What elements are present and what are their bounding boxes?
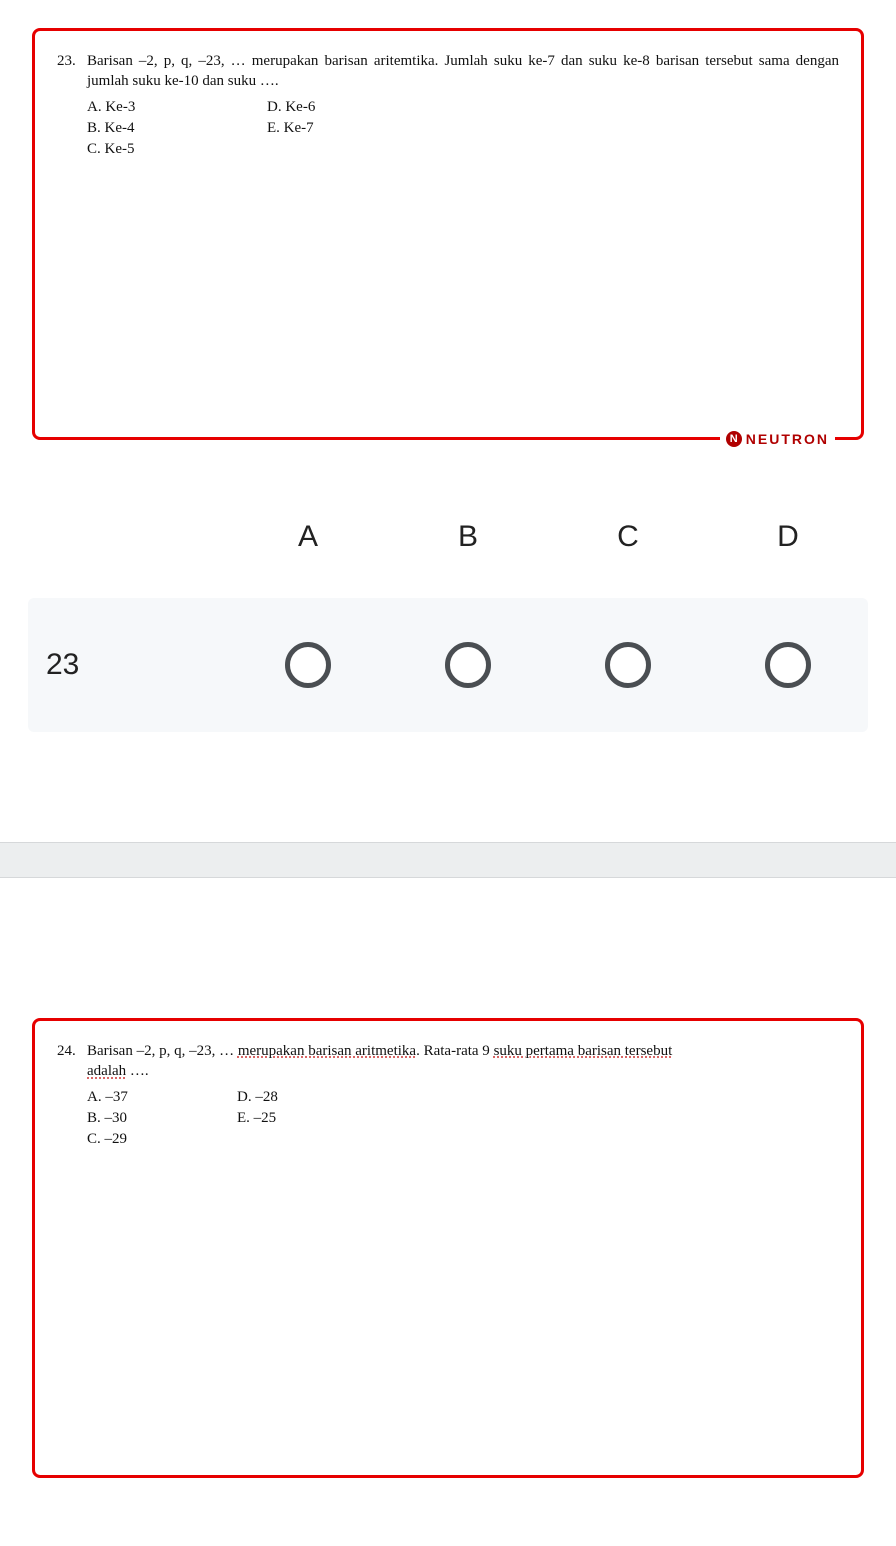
- option-b: B. –30: [87, 1108, 237, 1128]
- question-text-content: Barisan –2, p, q, –23, … merupakan baris…: [87, 53, 839, 89]
- answer-row-label: 23: [28, 648, 228, 682]
- option-c: C. –29: [87, 1129, 237, 1149]
- q24-text-seg1: Barisan –2, p, q, –23, …: [87, 1043, 238, 1059]
- option-e: E. –25: [237, 1108, 437, 1128]
- options-block: A. –37 B. –30 C. –29 D. –28 E. –25: [87, 1086, 839, 1150]
- option-d: D. –28: [237, 1087, 437, 1107]
- answer-header-row: A B C D: [28, 520, 868, 554]
- brand-icon: N: [726, 431, 742, 447]
- option-a: A. –37: [87, 1087, 237, 1107]
- q24-text-underline1: merupakan barisan aritmetika: [238, 1043, 416, 1059]
- question-number: 23.: [57, 51, 87, 159]
- option-d: D. Ke-6: [267, 97, 467, 117]
- option-c: C. Ke-5: [87, 139, 267, 159]
- answer-table: A B C D 23: [28, 520, 868, 732]
- radio-23-a[interactable]: [285, 642, 331, 688]
- question-text: Barisan –2, p, q, –23, … merupakan baris…: [87, 1041, 839, 1149]
- question-card-23: 23. Barisan –2, p, q, –23, … merupakan b…: [32, 28, 864, 440]
- radio-23-c[interactable]: [605, 642, 651, 688]
- q24-text-dots: ….: [126, 1063, 149, 1079]
- option-e: E. Ke-7: [267, 118, 467, 138]
- brand-badge: N NEUTRON: [720, 431, 835, 447]
- q24-text-adalah: adalah: [87, 1063, 126, 1079]
- question-text: Barisan –2, p, q, –23, … merupakan baris…: [87, 51, 839, 159]
- q24-text-seg2: . Rata-rata 9: [416, 1043, 493, 1059]
- answer-row-23: 23: [28, 598, 868, 732]
- header-d: D: [708, 520, 868, 554]
- question-card-24: 24. Barisan –2, p, q, –23, … merupakan b…: [32, 1018, 864, 1478]
- question-body: 24. Barisan –2, p, q, –23, … merupakan b…: [57, 1041, 839, 1149]
- brand-text: NEUTRON: [746, 431, 829, 447]
- header-b: B: [388, 520, 548, 554]
- options-block: A. Ke-3 B. Ke-4 C. Ke-5 D. Ke-6 E. Ke-7: [87, 96, 839, 160]
- question-number: 24.: [57, 1041, 87, 1149]
- header-c: C: [548, 520, 708, 554]
- header-a: A: [228, 520, 388, 554]
- question-body: 23. Barisan –2, p, q, –23, … merupakan b…: [57, 51, 839, 159]
- radio-23-d[interactable]: [765, 642, 811, 688]
- option-a: A. Ke-3: [87, 97, 267, 117]
- radio-23-b[interactable]: [445, 642, 491, 688]
- q24-text-underline2: suku pertama barisan tersebut: [494, 1043, 673, 1059]
- section-divider: [0, 842, 896, 878]
- option-b: B. Ke-4: [87, 118, 267, 138]
